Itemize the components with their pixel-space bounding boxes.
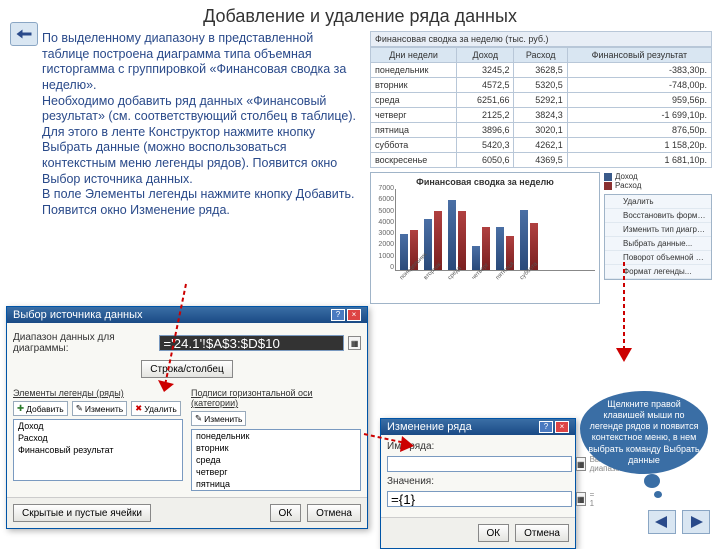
edit-series-dialog: Изменение ряда ? × Имя ряда: ▦ Выберите …: [380, 418, 576, 549]
table-header: Дни недели: [371, 48, 457, 63]
range-picker-icon[interactable]: ▦: [576, 457, 586, 471]
legend-items-list[interactable]: ДоходРасходФинансовый результат: [13, 419, 183, 481]
table-row: четверг2125,23824,3-1 699,10р.: [371, 108, 712, 123]
table-row: пятница3896,63020,1876,50р.: [371, 123, 712, 138]
cancel-button[interactable]: Отмена: [515, 524, 569, 542]
table-header: Финансовый результат: [567, 48, 711, 63]
list-item[interactable]: Финансовый результат: [14, 444, 182, 456]
add-series-button[interactable]: ✚Добавить: [13, 401, 68, 416]
edit-axis-button[interactable]: ✎Изменить: [191, 411, 246, 426]
table-row: суббота5420,34262,11 158,20р.: [371, 138, 712, 153]
triangle-left-icon: [655, 516, 669, 528]
context-menu-item[interactable]: Выбрать данные...: [605, 237, 711, 251]
swap-row-col-button[interactable]: Строка/столбец: [141, 360, 232, 378]
table-row: воскресенье6050,64369,51 681,10р.: [371, 153, 712, 168]
triangle-right-icon: [689, 516, 703, 528]
list-item[interactable]: пятница: [192, 478, 360, 490]
chart-range-input[interactable]: [159, 335, 344, 351]
ok-button[interactable]: ОК: [478, 524, 510, 542]
context-menu-item[interactable]: Удалить: [605, 195, 711, 209]
range-picker-icon[interactable]: ▦: [348, 336, 361, 350]
help-button[interactable]: ?: [539, 421, 553, 433]
range-label: Диапазон данных для диаграммы:: [13, 332, 155, 354]
series-values-hint: = 1: [590, 490, 595, 508]
next-slide-button[interactable]: [682, 510, 710, 534]
series-values-label: Значения:: [387, 476, 569, 487]
list-item[interactable]: Доход: [14, 420, 182, 432]
axis-items-list[interactable]: понедельниквторниксредачетвергпятница: [191, 429, 361, 491]
chart-title: Финансовая сводка за неделю: [375, 177, 595, 187]
legend-entries-header: Элементы легенды (ряды): [13, 388, 183, 398]
list-item[interactable]: среда: [192, 454, 360, 466]
axis-labels-header: Подписи горизонтальной оси (категории): [191, 388, 361, 408]
home-button[interactable]: [10, 22, 38, 46]
instruction-text: По выделенному диапазону в представленно…: [42, 31, 362, 304]
dialog-title: Изменение ряда: [387, 421, 472, 433]
hidden-cells-button[interactable]: Скрытые и пустые ячейки: [13, 504, 151, 522]
series-name-input[interactable]: [387, 456, 572, 472]
delete-series-button[interactable]: ✖Удалить: [131, 401, 181, 416]
range-picker-icon[interactable]: ▦: [576, 492, 586, 506]
finance-table: Финансовая сводка за неделю (тыс. руб.) …: [370, 31, 712, 168]
context-menu: УдалитьВосстановить форматирование стиля…: [604, 194, 712, 280]
table-header: Расход: [514, 48, 567, 63]
list-item[interactable]: вторник: [192, 442, 360, 454]
list-item[interactable]: четверг: [192, 466, 360, 478]
help-button[interactable]: ?: [331, 309, 345, 321]
prev-slide-button[interactable]: [648, 510, 676, 534]
ok-button[interactable]: ОК: [270, 504, 302, 522]
edit-series-button[interactable]: ✎Изменить: [72, 401, 127, 416]
table-row: понедельник3245,23628,5-383,30р.: [371, 63, 712, 78]
list-item[interactable]: Расход: [14, 432, 182, 444]
home-arrow-icon: [15, 27, 33, 41]
context-menu-item[interactable]: Формат легенды...: [605, 265, 711, 279]
select-data-source-dialog: Выбор источника данных ? × Диапазон данн…: [6, 306, 368, 529]
table-caption: Финансовая сводка за неделю (тыс. руб.): [370, 31, 712, 47]
bar-chart[interactable]: Финансовая сводка за неделю 700060005000…: [370, 172, 600, 304]
dialog-title: Выбор источника данных: [13, 309, 143, 321]
close-button[interactable]: ×: [555, 421, 569, 433]
page-title: Добавление и удаление ряда данных: [0, 0, 720, 31]
cancel-button[interactable]: Отмена: [307, 504, 361, 522]
hint-callout: Щелкните правой клавишей мыши по легенде…: [580, 391, 708, 475]
table-row: среда6251,665292,1959,56р.: [371, 93, 712, 108]
context-menu-item[interactable]: Поворот объемной фигуры...: [605, 251, 711, 265]
chart-legend[interactable]: ДоходРасход: [604, 172, 712, 190]
table-header: Доход: [457, 48, 514, 63]
table-row: вторник4572,55320,5-748,00р.: [371, 78, 712, 93]
context-menu-item[interactable]: Восстановить форматирование стиля: [605, 209, 711, 223]
close-button[interactable]: ×: [347, 309, 361, 321]
series-values-input[interactable]: [387, 491, 572, 507]
context-menu-item[interactable]: Изменить тип диаграммы...: [605, 223, 711, 237]
list-item[interactable]: понедельник: [192, 430, 360, 442]
series-name-label: Имя ряда:: [387, 441, 569, 452]
